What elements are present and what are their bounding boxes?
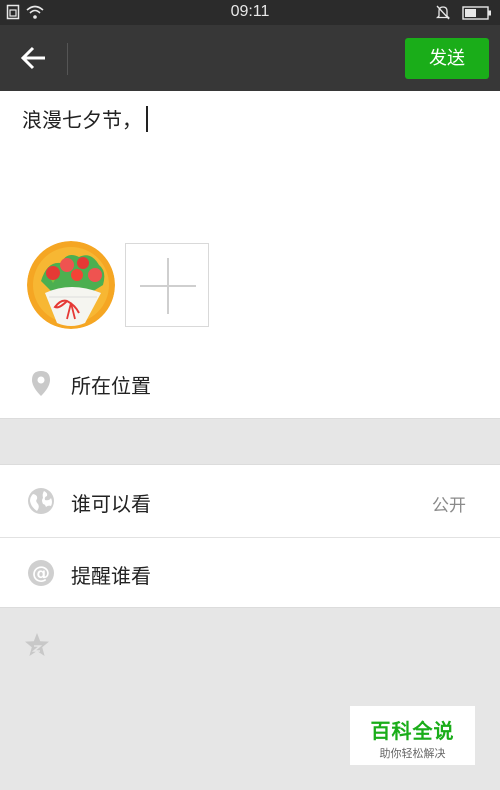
location-pin-icon xyxy=(32,371,50,396)
status-time: 09:11 xyxy=(230,3,270,20)
battery-icon xyxy=(462,5,491,20)
top-bar: 发送 xyxy=(0,25,500,91)
bell-muted-icon xyxy=(436,5,450,20)
back-arrow-icon xyxy=(20,46,45,70)
compose-area: 浪漫七夕节， 所在位置 xyxy=(0,91,500,419)
bouquet-image xyxy=(27,241,115,329)
attached-photo[interactable] xyxy=(27,241,115,329)
location-label: 所在位置 xyxy=(71,374,151,398)
post-text: 浪漫七夕节， xyxy=(22,108,142,132)
watermark-subtitle: 助你轻松解决 xyxy=(379,747,446,760)
watermark-title: 百科全说 xyxy=(370,719,455,743)
location-row[interactable]: 所在位置 xyxy=(0,353,500,419)
who-can-see-row[interactable]: 谁可以看 公开 xyxy=(0,465,500,537)
status-right-icons xyxy=(436,5,492,20)
settings-group: 谁可以看 公开 @ 提醒谁看 xyxy=(0,464,500,608)
who-can-see-label: 谁可以看 xyxy=(71,492,151,516)
send-button[interactable]: 发送 xyxy=(405,38,489,79)
star-icon[interactable] xyxy=(24,632,50,658)
globe-icon xyxy=(28,488,54,514)
location-bottom-border xyxy=(0,418,500,419)
visibility-value: 公开 xyxy=(432,496,466,516)
mention-row[interactable]: @ 提醒谁看 xyxy=(0,537,500,609)
status-bar: 09:11 xyxy=(0,0,500,25)
at-icon: @ xyxy=(28,560,54,586)
watermark-logo: 百科全说 助你轻松解决 xyxy=(350,706,475,765)
text-cursor xyxy=(146,105,148,132)
add-photo-button[interactable] xyxy=(125,243,209,327)
mention-label: 提醒谁看 xyxy=(71,564,151,588)
back-button[interactable] xyxy=(14,41,54,75)
topbar-divider xyxy=(67,43,68,75)
svg-text:@: @ xyxy=(32,563,50,584)
post-text-input[interactable]: 浪漫七夕节， xyxy=(22,104,148,133)
